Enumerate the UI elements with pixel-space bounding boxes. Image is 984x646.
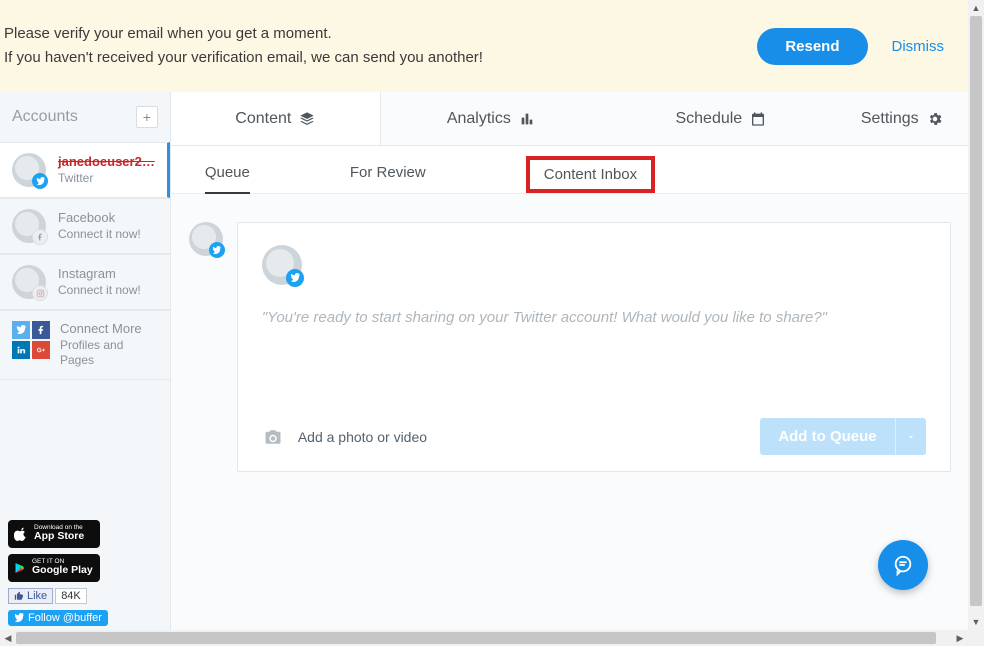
calendar-icon [750, 111, 766, 127]
account-sub: Connect it now! [58, 283, 141, 299]
thumbs-up-icon [14, 591, 24, 601]
twitter-icon [32, 173, 48, 189]
primary-tabs: Content Analytics Schedule Settings [171, 92, 968, 146]
tab-settings[interactable]: Settings [841, 92, 968, 145]
tab-analytics[interactable]: Analytics [381, 92, 601, 145]
account-name: janedoeuser2… [58, 154, 155, 171]
facebook-like-count: 84K [55, 588, 87, 604]
subtab-content-inbox[interactable]: Content Inbox [526, 156, 655, 193]
scroll-right-arrow[interactable]: ▶ [952, 630, 968, 646]
linkedin-mini-icon [12, 341, 30, 359]
twitter-icon [286, 269, 304, 287]
sidebar-account-facebook[interactable]: Facebook Connect it now! [0, 198, 170, 254]
scroll-thumb[interactable] [970, 16, 982, 606]
sidebar-account-instagram[interactable]: Instagram Connect it now! [0, 254, 170, 310]
twitter-icon [209, 242, 225, 258]
app-store-button[interactable]: Download on theApp Store [8, 520, 100, 548]
bar-chart-icon [519, 111, 535, 127]
connect-more-title: Connect More [60, 321, 158, 338]
tab-content[interactable]: Content [171, 92, 381, 145]
twitter-mini-icon [12, 321, 30, 339]
sidebar-title: Accounts [12, 108, 78, 126]
scrollbar-corner [968, 630, 984, 646]
subtab-queue[interactable]: Queue [205, 152, 250, 193]
scroll-down-arrow[interactable]: ▼ [968, 614, 984, 630]
chevron-down-icon [906, 432, 916, 442]
composer-avatar [262, 245, 302, 285]
account-name: Facebook [58, 210, 141, 227]
connect-more-sub: Profiles and Pages [60, 338, 158, 369]
avatar [12, 153, 46, 187]
camera-icon [262, 428, 284, 446]
vertical-scrollbar[interactable]: ▲ ▼ [968, 0, 984, 630]
twitter-follow-button[interactable]: Follow @buffer [8, 610, 108, 626]
scroll-left-arrow[interactable]: ◀ [0, 630, 16, 646]
social-icons-grid [12, 321, 50, 369]
chat-icon [892, 554, 914, 576]
banner-line1: Please verify your email when you get a … [4, 22, 483, 46]
add-to-queue-dropdown[interactable] [895, 418, 926, 455]
account-network: Twitter [58, 171, 155, 187]
banner-text: Please verify your email when you get a … [4, 22, 483, 70]
add-to-queue-button[interactable]: Add to Queue [760, 418, 894, 455]
account-sub: Connect it now! [58, 227, 141, 243]
stack-icon [299, 111, 315, 127]
scroll-thumb[interactable] [16, 632, 936, 644]
facebook-mini-icon [32, 321, 50, 339]
add-account-button[interactable]: + [136, 106, 158, 128]
apple-icon [14, 527, 28, 541]
sidebar: Accounts + janedoeuser2… Twitter [0, 92, 171, 630]
scroll-up-arrow[interactable]: ▲ [968, 0, 984, 16]
composer-placeholder: "You're ready to start sharing on your T… [262, 309, 926, 326]
chat-fab[interactable] [878, 540, 928, 590]
horizontal-scrollbar[interactable]: ◀ ▶ [0, 630, 968, 646]
google-play-icon [14, 562, 26, 574]
content-subtabs: Queue For Review Content Inbox [171, 146, 968, 194]
tab-schedule[interactable]: Schedule [601, 92, 841, 145]
avatar [12, 265, 46, 299]
google-play-button[interactable]: GET IT ONGoogle Play [8, 554, 100, 582]
account-name: Instagram [58, 266, 141, 283]
connect-more[interactable]: Connect More Profiles and Pages [0, 310, 170, 380]
googleplus-mini-icon [32, 341, 50, 359]
dismiss-link[interactable]: Dismiss [892, 38, 945, 55]
composer[interactable]: "You're ready to start sharing on your T… [237, 222, 951, 472]
twitter-icon [14, 613, 24, 623]
instagram-icon [32, 285, 48, 301]
add-photo-button[interactable]: Add a photo or video [262, 428, 427, 446]
verify-email-banner: Please verify your email when you get a … [0, 0, 968, 92]
gear-icon [927, 111, 943, 127]
selected-account-avatar [189, 222, 223, 256]
facebook-icon [32, 229, 48, 245]
resend-button[interactable]: Resend [757, 28, 867, 65]
subtab-for-review[interactable]: For Review [350, 152, 426, 193]
avatar [12, 209, 46, 243]
sidebar-account-twitter[interactable]: janedoeuser2… Twitter [0, 142, 170, 198]
banner-line2: If you haven't received your verificatio… [4, 46, 483, 70]
facebook-like-widget[interactable]: Like 84K [8, 588, 108, 604]
